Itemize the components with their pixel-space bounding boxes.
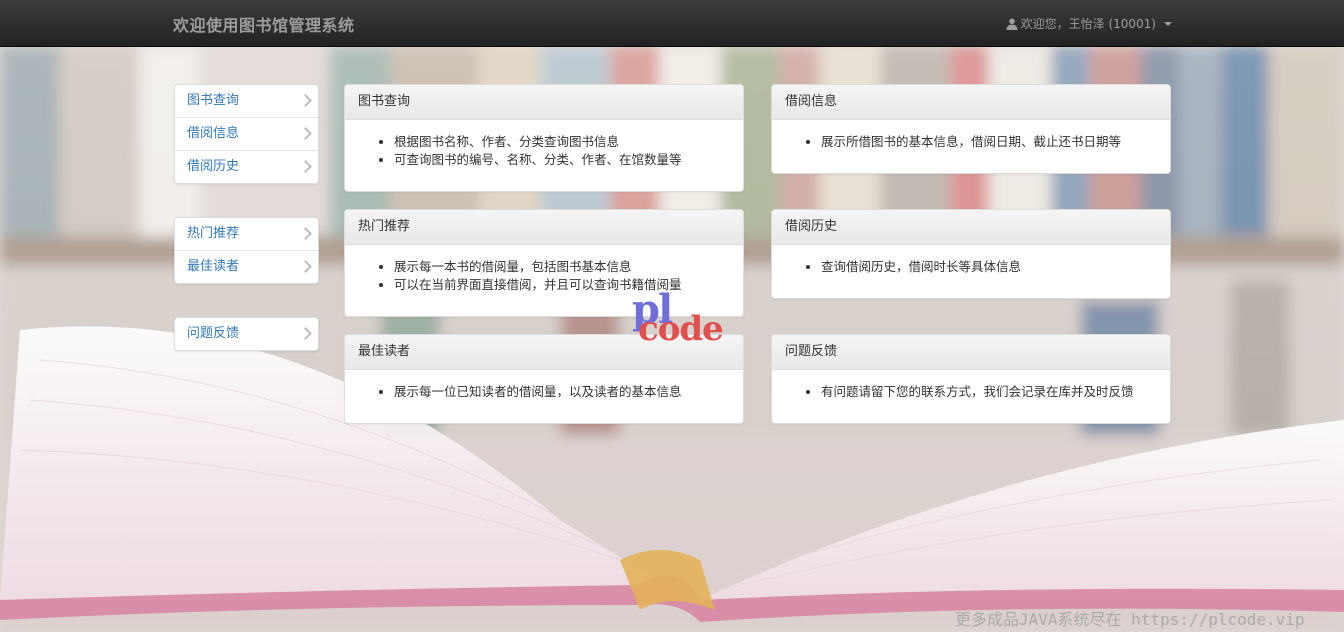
watermark-footer: 更多成品JAVA系统尽在 https://plcode.vip (955, 610, 1305, 629)
sidebar-item-label: 最佳读者 (187, 259, 240, 274)
panel-title: 图书查询 (345, 85, 743, 120)
sidebar-item-label: 图书查询 (187, 93, 240, 108)
chevron-right-icon (299, 260, 312, 273)
caret-down-icon (1164, 21, 1172, 26)
chevron-right-icon (299, 160, 312, 173)
list-item: 有问题请留下您的联系方式，我们会记录在库并及时反馈 (821, 383, 1155, 401)
panel-title: 借阅信息 (772, 85, 1170, 120)
sidebar-group-recommend: 热门推荐 最佳读者 (174, 217, 319, 284)
panel-hot: 热门推荐 展示每一本书的借阅量，包括图书基本信息 可以在当前界面直接借阅，并且可… (344, 209, 744, 317)
chevron-right-icon (299, 127, 312, 140)
list-item: 展示所借图书的基本信息，借阅日期、截止还书日期等 (821, 133, 1155, 151)
watermark-logo-bottom: code (638, 309, 724, 349)
chevron-right-icon (299, 94, 312, 107)
sidebar-item-borrow-info[interactable]: 借阅信息 (175, 118, 318, 151)
panel-title: 借阅历史 (772, 210, 1170, 245)
sidebar-item-label: 借阅信息 (187, 126, 240, 141)
list-item: 根据图书名称、作者、分类查询图书信息 (394, 133, 728, 151)
sidebar-item-label: 借阅历史 (187, 159, 240, 174)
list-item: 可以在当前界面直接借阅，并且可以查询书籍借阅量 (394, 276, 728, 294)
panel-history: 借阅历史 查询借阅历史，借阅时长等具体信息 (771, 209, 1171, 299)
sidebar-group-borrow: 图书查询 借阅信息 借阅历史 (174, 84, 319, 184)
sidebar-item-borrow-history[interactable]: 借阅历史 (175, 151, 318, 183)
list-item: 展示每一位已知读者的借阅量，以及读者的基本信息 (394, 383, 728, 401)
sidebar-item-feedback[interactable]: 问题反馈 (175, 318, 318, 350)
navbar: 欢迎使用图书馆管理系统 欢迎您，王怡泽 (10001) (0, 0, 1344, 47)
user-menu[interactable]: 欢迎您，王怡泽 (10001) (1006, 15, 1172, 32)
chevron-right-icon (299, 327, 312, 340)
panel-book-search: 图书查询 根据图书名称、作者、分类查询图书信息 可查询图书的编号、名称、分类、作… (344, 84, 744, 192)
panel-feedback: 问题反馈 有问题请留下您的联系方式，我们会记录在库并及时反馈 (771, 334, 1171, 424)
sidebar-item-hot[interactable]: 热门推荐 (175, 218, 318, 251)
sidebar-item-label: 问题反馈 (187, 326, 240, 341)
sidebar-item-best-reader[interactable]: 最佳读者 (175, 251, 318, 283)
panel-title: 问题反馈 (772, 335, 1170, 370)
sidebar-group-feedback: 问题反馈 (174, 317, 319, 351)
user-icon (1006, 18, 1018, 30)
panel-borrow-info: 借阅信息 展示所借图书的基本信息，借阅日期、截止还书日期等 (771, 84, 1171, 174)
user-label: 欢迎您，王怡泽 (10001) (1020, 17, 1156, 31)
list-item: 可查询图书的编号、名称、分类、作者、在馆数量等 (394, 151, 728, 169)
chevron-right-icon (299, 227, 312, 240)
sidebar-item-book-search[interactable]: 图书查询 (175, 85, 318, 118)
panel-title: 热门推荐 (345, 210, 743, 245)
sidebar-item-label: 热门推荐 (187, 226, 240, 241)
brand-title[interactable]: 欢迎使用图书馆管理系统 (173, 12, 355, 36)
list-item: 查询借阅历史，借阅时长等具体信息 (821, 258, 1155, 276)
list-item: 展示每一本书的借阅量，包括图书基本信息 (394, 258, 728, 276)
